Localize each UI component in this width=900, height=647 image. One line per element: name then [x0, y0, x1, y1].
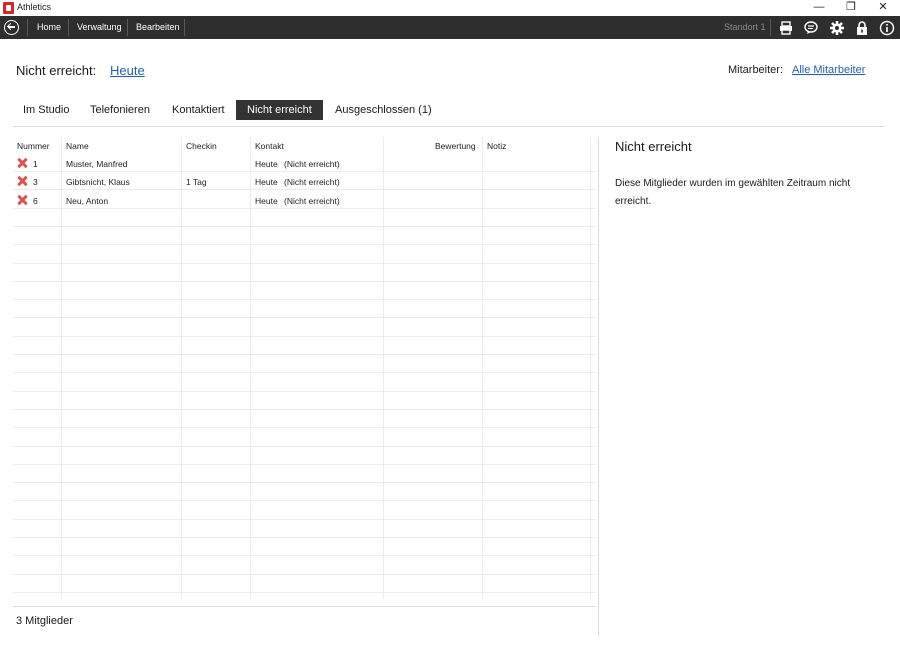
- side-panel-description: Diese Mitglieder wurden im gewählten Zei…: [615, 178, 851, 207]
- empty-table-row: [13, 520, 596, 538]
- cell-nummer: 1: [33, 159, 38, 169]
- column-header-kontakt[interactable]: Kontakt: [255, 141, 284, 151]
- lock-icon[interactable]: [854, 20, 870, 36]
- table-row[interactable]: 3 Gibtsnicht, Klaus 1 Tag Heute (Nicht errei…: [13, 172, 596, 191]
- empty-table-row: [13, 337, 596, 355]
- empty-table-row: [13, 538, 596, 557]
- toolbar: Home Verwaltung Bearbeiten Standort 1: [0, 16, 900, 39]
- empty-table-row: [13, 575, 596, 593]
- empty-table-row: [13, 483, 596, 502]
- cell-nummer: 6: [33, 195, 38, 206]
- column-header-checkin[interactable]: Checkin: [186, 141, 217, 151]
- column-header-bewertung[interactable]: Bewertung: [435, 141, 476, 151]
- toolbar-verwaltung[interactable]: Verwaltung: [77, 22, 122, 32]
- tab-ausgeschlossen[interactable]: Ausgeschlossen (1): [335, 100, 432, 120]
- cell-name: Gibtsnicht, Klaus: [66, 177, 130, 188]
- empty-table-row: [13, 374, 596, 392]
- not-reached-x-icon: [17, 195, 27, 205]
- tab-divider: [13, 126, 885, 127]
- empty-table-row: [13, 429, 596, 447]
- cell-checkin: 1 Tag: [186, 177, 207, 188]
- app-title: Athletics: [17, 2, 52, 12]
- title-bar: Athletics — ❐ ✕: [0, 0, 900, 16]
- empty-table-row: [13, 319, 596, 337]
- footer-divider: [13, 606, 596, 607]
- table-row[interactable]: 1 Muster, Manfred Heute (Nicht erreicht): [13, 154, 596, 172]
- cell-kontakt-day: Heute: [255, 177, 278, 188]
- not-reached-x-icon: [17, 176, 27, 186]
- column-header-nummer[interactable]: Nummer: [17, 141, 50, 151]
- empty-table-row: [13, 557, 596, 575]
- cell-kontakt-status: (Nicht erreicht): [284, 159, 340, 169]
- minimize-button[interactable]: —: [804, 0, 834, 16]
- tab-nicht-erreicht[interactable]: Nicht erreicht: [236, 100, 323, 120]
- column-header-notiz[interactable]: Notiz: [487, 141, 506, 151]
- empty-table-row: [13, 447, 596, 465]
- mitarbeiter-link[interactable]: Alle Mitarbeiter: [792, 64, 865, 76]
- app-logo-icon: [3, 2, 14, 14]
- standort-label[interactable]: Standort 1: [724, 22, 766, 32]
- empty-table-row: [13, 264, 596, 282]
- empty-table-row: [13, 227, 596, 246]
- toolbar-separator: [68, 19, 69, 36]
- mitarbeiter-label: Mitarbeiter:: [728, 64, 784, 76]
- empty-table-row: [13, 246, 596, 264]
- toolbar-bearbeiten[interactable]: Bearbeiten: [136, 22, 180, 32]
- date-range-link[interactable]: Heute: [110, 63, 145, 78]
- toolbar-separator: [770, 19, 771, 36]
- empty-table-row: [13, 502, 596, 520]
- tab-im-studio[interactable]: Im Studio: [23, 100, 69, 120]
- cell-name: Neu, Anton: [66, 195, 109, 206]
- tab-kontaktiert[interactable]: Kontaktiert: [172, 100, 225, 120]
- empty-table-row: [13, 410, 596, 429]
- printer-icon[interactable]: [778, 20, 794, 36]
- panel-divider: [598, 137, 599, 637]
- empty-table-row: [13, 355, 596, 374]
- side-panel-title: Nicht erreicht: [615, 139, 692, 154]
- toolbar-home[interactable]: Home: [37, 22, 61, 32]
- empty-table-row: [13, 465, 596, 484]
- empty-table-row: [13, 392, 596, 410]
- close-button[interactable]: ✕: [868, 0, 898, 16]
- back-icon[interactable]: [4, 20, 19, 35]
- toolbar-separator: [27, 19, 28, 36]
- member-count: 3 Mitglieder: [16, 615, 73, 627]
- members-table: Nummer Name Checkin Kontakt Bewertung No…: [13, 137, 596, 599]
- chat-icon[interactable]: [803, 20, 819, 36]
- tab-telefonieren[interactable]: Telefonieren: [90, 100, 150, 120]
- empty-table-row: [13, 282, 596, 301]
- toolbar-separator: [127, 19, 128, 36]
- cell-name: Muster, Manfred: [66, 159, 128, 169]
- empty-table-row: [13, 300, 596, 319]
- cell-nummer: 3: [33, 177, 38, 188]
- restore-button[interactable]: ❐: [836, 0, 866, 16]
- table-row[interactable]: 6 Neu, Anton Heute (Nicht erreicht): [13, 191, 596, 209]
- info-icon[interactable]: [879, 20, 895, 36]
- cell-kontakt-status: (Nicht erreicht): [284, 195, 340, 206]
- page-title: Nicht erreicht:: [16, 63, 97, 78]
- column-header-name[interactable]: Name: [66, 141, 89, 151]
- empty-table-row: [13, 209, 596, 227]
- cell-kontakt-day: Heute: [255, 159, 278, 169]
- toolbar-separator: [184, 19, 185, 36]
- gear-icon[interactable]: [829, 20, 845, 36]
- not-reached-x-icon: [17, 158, 27, 168]
- cell-kontakt-status: (Nicht erreicht): [284, 177, 340, 188]
- cell-kontakt-day: Heute: [255, 195, 278, 206]
